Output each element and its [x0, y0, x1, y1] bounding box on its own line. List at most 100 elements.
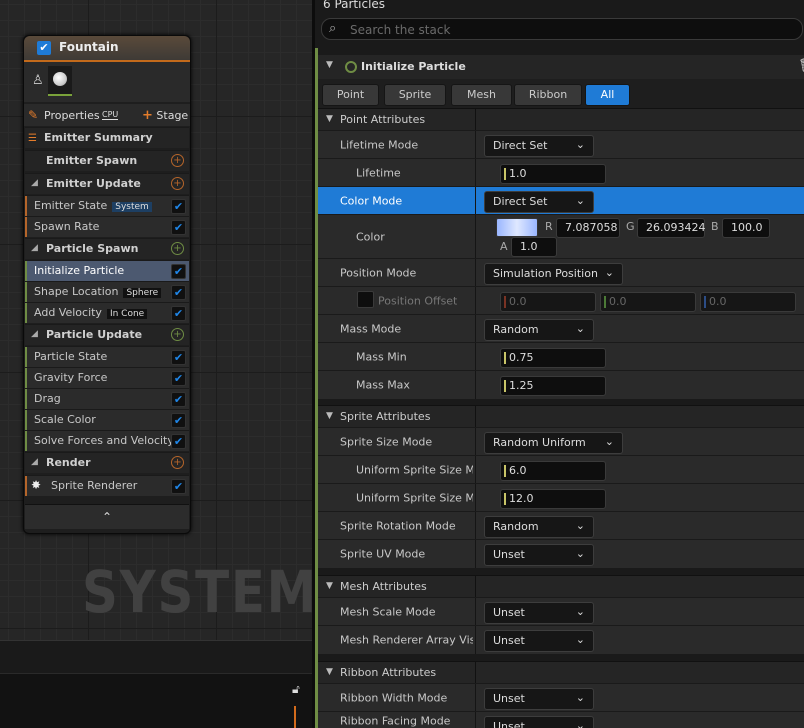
stack-search-input[interactable]: [348, 20, 792, 39]
lifetime-mode-dropdown[interactable]: Direct Set ⌄: [484, 135, 594, 157]
section-point-attributes[interactable]: ▼ Point Attributes: [318, 108, 804, 130]
sprite-rotation-mode-dropdown[interactable]: Random ⌄: [484, 516, 594, 538]
module-enabled-checkbox[interactable]: ✔: [171, 350, 186, 365]
uniform-size-min-input[interactable]: 6.0: [500, 461, 606, 481]
mass-min-input[interactable]: 0.75: [500, 348, 606, 368]
collapse-arrow-icon[interactable]: ▼: [326, 411, 333, 421]
filter-point-button[interactable]: Point: [322, 84, 379, 106]
module-enabled-checkbox[interactable]: ✔: [171, 434, 186, 449]
add-module-icon[interactable]: +: [171, 242, 184, 255]
color-mode-dropdown[interactable]: Direct Set ⌄: [484, 191, 594, 213]
particle-spawn-row[interactable]: ◢ Particle Spawn +: [25, 238, 189, 259]
render-row[interactable]: ◢ Render +: [25, 452, 189, 473]
timeline-playhead[interactable]: [294, 706, 296, 728]
filter-ribbon-button[interactable]: Ribbon: [514, 84, 582, 106]
person-icon[interactable]: ♙: [32, 73, 44, 88]
emitter-enabled-checkbox[interactable]: ✔: [37, 41, 51, 55]
lifetime-input[interactable]: 1.0: [500, 164, 606, 184]
stack-search-box[interactable]: ⌕: [321, 18, 803, 40]
chevron-down-icon: ⌄: [575, 633, 585, 646]
collapse-arrow-icon[interactable]: ▼: [326, 581, 333, 591]
emitter-node-header[interactable]: ✔ Fountain: [24, 36, 190, 62]
emitter-properties-row[interactable]: ✎ Properties CPU + Stage: [24, 104, 190, 126]
collapse-node-button[interactable]: ⌃: [25, 504, 189, 529]
prop-mass-mode: Mass Mode Random ⌄: [318, 314, 804, 343]
section-mesh-attributes[interactable]: ▼ Mesh Attributes: [318, 575, 804, 597]
ribbon-facing-mode-dropdown[interactable]: Unset ⌄: [484, 716, 594, 728]
module-enabled-checkbox[interactable]: ✔: [171, 220, 186, 235]
position-offset-y-input[interactable]: 0.0: [600, 292, 696, 312]
collapse-arrow-icon[interactable]: ◢: [31, 243, 38, 253]
mass-max-input[interactable]: 1.25: [500, 376, 606, 396]
module-enabled-checkbox[interactable]: ✔: [171, 371, 186, 386]
module-label: Shape Location Sphere: [34, 285, 162, 298]
emitter-node-fountain[interactable]: ✔ Fountain ♙ ✎ Properties CPU + Stage ☰ …: [23, 35, 191, 534]
add-module-icon[interactable]: +: [171, 328, 184, 341]
module-row-solve-forces[interactable]: Solve Forces and Velocity ✔: [25, 430, 189, 451]
unlock-icon[interactable]: 🔓︎: [292, 682, 306, 696]
module-row-particle-state[interactable]: Particle State ✔: [25, 346, 189, 367]
color-r-input[interactable]: 7.087058: [556, 218, 620, 238]
system-watermark: SYSTEM: [82, 558, 312, 626]
filter-mesh-button[interactable]: Mesh: [451, 84, 512, 106]
module-header-initialize-particle[interactable]: ▼ Initialize Particle 🗑︎: [318, 55, 804, 79]
sprite-size-mode-dropdown[interactable]: Random Uniform ⌄: [484, 432, 623, 454]
renderer-enabled-checkbox[interactable]: ✔: [171, 479, 186, 494]
add-module-icon[interactable]: +: [171, 177, 184, 190]
module-row-initialize-particle[interactable]: Initialize Particle ✔: [25, 260, 189, 281]
section-ribbon-attributes[interactable]: ▼ Ribbon Attributes: [318, 661, 804, 683]
module-row-shape-location[interactable]: Shape Location Sphere ✔: [25, 281, 189, 302]
mesh-scale-mode-dropdown[interactable]: Unset ⌄: [484, 602, 594, 624]
module-row-add-velocity[interactable]: Add Velocity In Cone ✔: [25, 302, 189, 323]
emitter-spawn-row[interactable]: Emitter Spawn +: [25, 150, 189, 171]
particle-update-row[interactable]: ◢ Particle Update +: [25, 324, 189, 345]
add-renderer-icon[interactable]: +: [171, 456, 184, 469]
system-graph-canvas[interactable]: SYSTEM ✔ Fountain ♙ ✎ Properties CPU + S…: [0, 0, 312, 728]
emitter-summary-row[interactable]: ☰ Emitter Summary: [25, 127, 189, 148]
emitter-update-row[interactable]: ◢ Emitter Update +: [25, 173, 189, 194]
mesh-renderer-array-dropdown[interactable]: Unset ⌄: [484, 630, 594, 652]
position-mode-dropdown[interactable]: Simulation Position ⌄: [484, 263, 623, 285]
color-b-input[interactable]: 100.0: [722, 218, 770, 238]
module-enabled-checkbox[interactable]: ✔: [171, 306, 186, 321]
module-enabled-checkbox[interactable]: ✔: [171, 264, 186, 279]
collapse-arrow-icon[interactable]: ◢: [31, 178, 38, 188]
module-label: Spawn Rate: [34, 220, 100, 233]
system-tag: System: [112, 202, 152, 212]
color-swatch[interactable]: [496, 218, 538, 237]
module-row-spawn-rate[interactable]: Spawn Rate ✔: [25, 216, 189, 237]
add-module-icon[interactable]: +: [171, 154, 184, 167]
section-sprite-attributes[interactable]: ▼ Sprite Attributes: [318, 405, 804, 427]
uniform-size-max-input[interactable]: 12.0: [500, 489, 606, 509]
collapse-arrow-icon[interactable]: ▼: [326, 60, 333, 70]
chevron-down-icon: ⌄: [575, 605, 585, 618]
module-enabled-checkbox[interactable]: ✔: [171, 285, 186, 300]
color-g-input[interactable]: 26.093424: [637, 218, 706, 238]
module-row-gravity-force[interactable]: Gravity Force ✔: [25, 367, 189, 388]
sprite-uv-mode-dropdown[interactable]: Unset ⌄: [484, 544, 594, 566]
module-enabled-checkbox[interactable]: ✔: [171, 413, 186, 428]
collapse-arrow-icon[interactable]: ▼: [326, 667, 333, 677]
collapse-arrow-icon[interactable]: ◢: [31, 457, 38, 467]
module-enabled-checkbox[interactable]: ✔: [171, 199, 186, 214]
delete-icon[interactable]: 🗑︎: [798, 58, 804, 74]
position-offset-x-input[interactable]: 0.0: [500, 292, 596, 312]
module-row-drag[interactable]: Drag ✔: [25, 388, 189, 409]
ribbon-width-mode-dropdown[interactable]: Unset ⌄: [484, 688, 594, 710]
collapse-arrow-icon[interactable]: ▼: [326, 114, 333, 124]
in-cone-tag: In Cone: [106, 309, 148, 319]
color-a-input[interactable]: 1.0: [511, 237, 557, 257]
collapse-arrow-icon[interactable]: ◢: [31, 329, 38, 339]
mass-mode-dropdown[interactable]: Random ⌄: [484, 319, 594, 341]
renderer-row-sprite[interactable]: ✸ Sprite Renderer ✔: [25, 475, 189, 496]
module-row-scale-color[interactable]: Scale Color ✔: [25, 409, 189, 430]
filter-sprite-button[interactable]: Sprite: [384, 84, 446, 106]
prop-lifetime-mode: Lifetime Mode Direct Set ⌄: [318, 130, 804, 159]
position-offset-z-input[interactable]: 0.0: [700, 292, 796, 312]
module-enabled-checkbox[interactable]: ✔: [171, 392, 186, 407]
filter-all-button[interactable]: All: [585, 84, 630, 106]
module-row-emitter-state[interactable]: Emitter State System ✔: [25, 195, 189, 216]
add-stage-button[interactable]: + Stage: [142, 108, 188, 123]
position-offset-checkbox[interactable]: [357, 291, 374, 308]
sphere-thumbnail-icon[interactable]: [48, 66, 72, 96]
